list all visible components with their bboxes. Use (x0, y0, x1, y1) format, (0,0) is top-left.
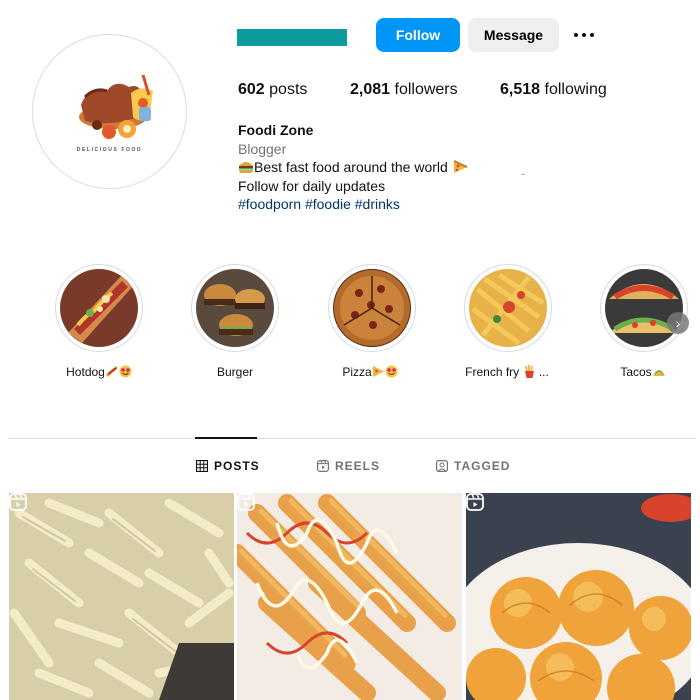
highlight-label-tacos: Tacos (583, 365, 700, 379)
follow-button[interactable]: Follow (376, 18, 460, 52)
posts-count[interactable]: 602 posts (238, 81, 307, 99)
bio-line-1-text: Best fast food around the world (254, 159, 448, 176)
tab-reels-label: REELS (335, 459, 381, 473)
bio-line-1: Best fast food around the world (238, 158, 468, 177)
heart-eyes-emoji-icon (385, 365, 398, 378)
stray-mark (521, 174, 525, 175)
following-count[interactable]: 6,518 following (500, 81, 607, 99)
pizza-photo (333, 269, 411, 347)
tab-reels[interactable]: REELS (317, 459, 380, 473)
post-tile[interactable] (9, 493, 234, 700)
profile-avatar[interactable]: DELICIOUS FOOD (32, 34, 187, 189)
highlight-tacos[interactable] (600, 264, 688, 352)
hotdog-photo (60, 269, 138, 347)
reel-badge-icon (466, 493, 484, 511)
reel-badge-icon (237, 493, 255, 511)
reels-icon (317, 460, 329, 472)
tab-tagged-label: TAGGED (454, 459, 511, 473)
bio-line-2: Follow for daily updates (238, 177, 386, 194)
followers-count[interactable]: 2,081 followers (350, 81, 458, 99)
profile-bio: Foodi Zone Blogger Best fast food around… (238, 121, 468, 214)
posts-count-label: posts (269, 81, 308, 98)
profile-category: Blogger (238, 140, 287, 157)
highlight-label-french-fry: French fry ... (447, 365, 567, 379)
profile-name: Foodi Zone (238, 122, 314, 138)
avatar-caption: DELICIOUS FOOD (76, 147, 143, 153)
post-tile[interactable] (237, 493, 462, 700)
fried-balls-photo (466, 493, 691, 700)
pizza-icon (453, 160, 468, 174)
highlight-label-hotdog-text: Hotdog (66, 365, 105, 379)
grid-icon (196, 460, 208, 472)
message-button[interactable]: Message (468, 18, 559, 52)
pizza-emoji-icon (372, 366, 384, 377)
highlight-label-burger-text: Burger (216, 365, 254, 379)
highlight-label-burger: Burger (175, 365, 295, 379)
following-count-value: 6,518 (500, 81, 541, 98)
following-count-label: following (544, 81, 607, 98)
posts-count-value: 602 (238, 81, 265, 98)
more-options-icon[interactable] (570, 26, 598, 44)
highlight-burger[interactable] (191, 264, 279, 352)
followers-count-label: followers (394, 81, 458, 98)
post-tile[interactable] (466, 493, 691, 700)
tab-posts[interactable]: POSTS (196, 459, 260, 473)
burger-icon (239, 162, 253, 174)
highlight-label-french-fry-ellipsis: ... (538, 365, 549, 379)
highlight-label-pizza: Pizza (310, 365, 430, 379)
fries-emoji-icon (524, 365, 534, 378)
pasta-photo (9, 493, 234, 700)
highlight-label-tacos-text: Tacos (620, 365, 652, 379)
french-fry-photo (469, 269, 547, 347)
followers-count-value: 2,081 (350, 81, 391, 98)
tab-posts-label: POSTS (214, 459, 260, 473)
food-logo-icon (79, 74, 153, 139)
tagged-icon (436, 460, 448, 472)
highlights-next-arrow-icon[interactable]: › (667, 312, 689, 334)
fries-photo (237, 493, 462, 700)
tabs-divider (9, 438, 695, 439)
taco-emoji-icon (652, 370, 665, 376)
username-redacted-bar (237, 29, 347, 46)
hotdog-emoji-icon (105, 366, 118, 377)
bio-hashtags[interactable]: #foodporn #foodie #drinks (238, 195, 468, 214)
burger-photo (196, 269, 274, 347)
highlight-hotdog[interactable] (55, 264, 143, 352)
highlight-french-fry[interactable] (464, 264, 552, 352)
highlight-label-hotdog: Hotdog (39, 365, 159, 379)
highlight-label-pizza-text: Pizza (342, 365, 372, 379)
heart-eyes-emoji-icon (119, 365, 132, 378)
highlight-pizza[interactable] (328, 264, 416, 352)
reel-badge-icon (9, 493, 27, 511)
active-tab-indicator (195, 437, 257, 439)
tab-tagged[interactable]: TAGGED (436, 459, 510, 473)
highlight-label-french-fry-text: French fry (465, 365, 520, 379)
tacos-photo (605, 269, 683, 347)
